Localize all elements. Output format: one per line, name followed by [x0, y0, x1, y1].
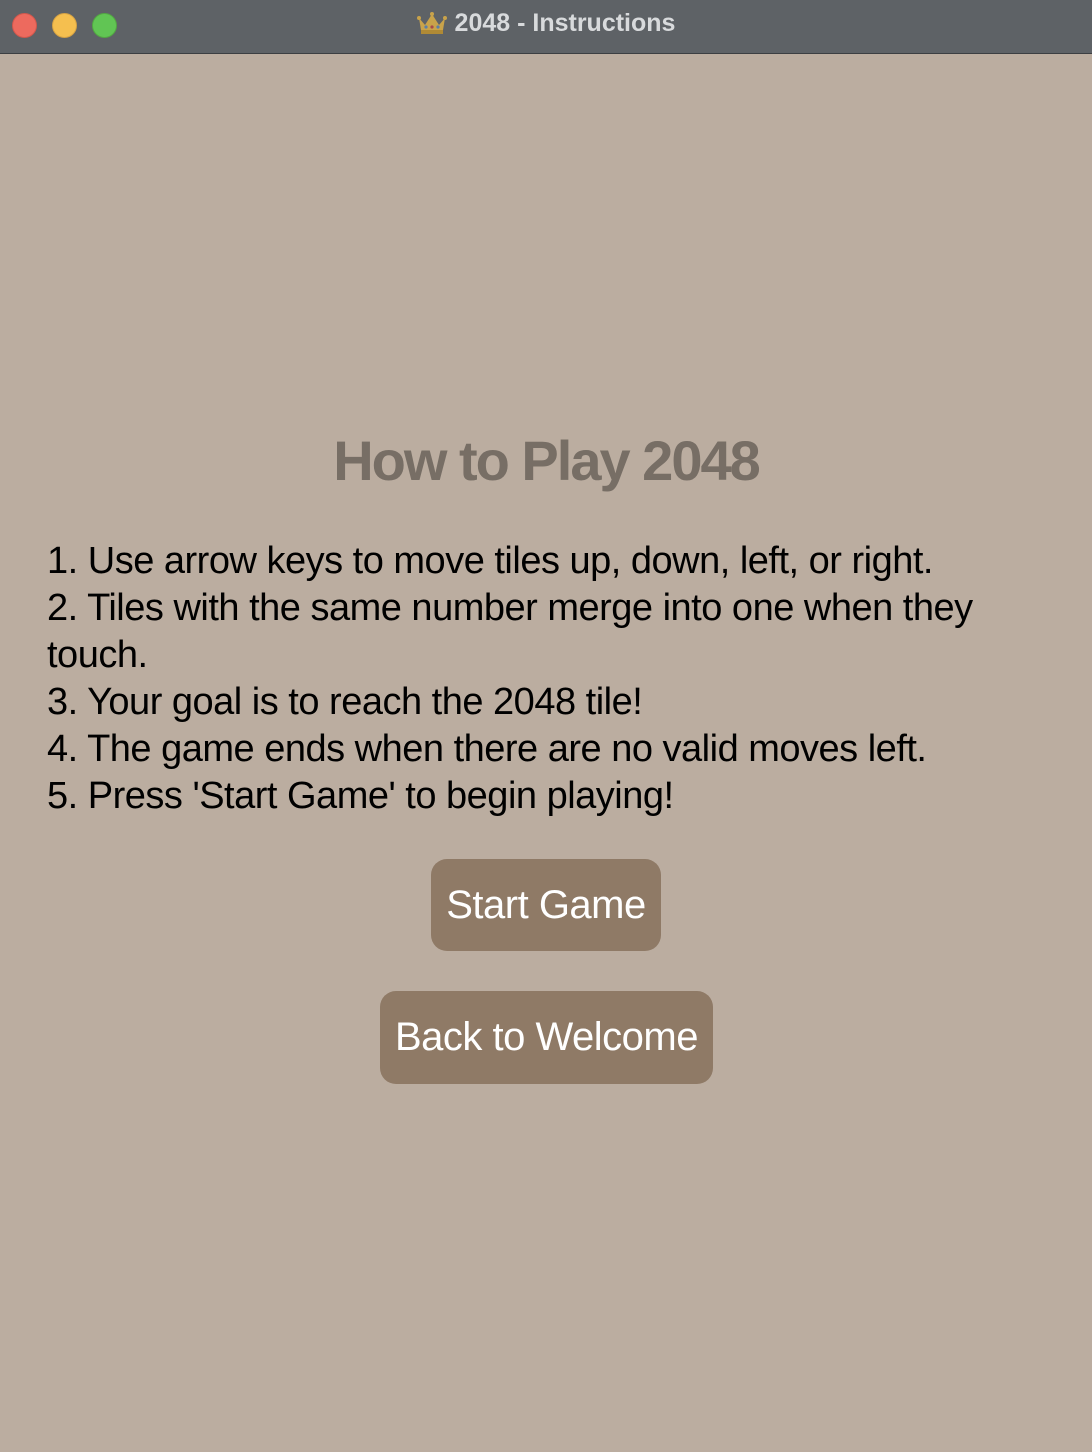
instruction-item: 3. Your goal is to reach the 2048 tile!	[47, 681, 643, 723]
crown-icon	[416, 10, 447, 36]
instruction-item: 1. Use arrow keys to move tiles up, down…	[47, 540, 934, 582]
instruction-item: 4. The game ends when there are no valid…	[47, 728, 927, 770]
app-window: 2048 - Instructions How to Play 2048 1. …	[0, 0, 1092, 1452]
title-bar[interactable]: 2048 - Instructions	[0, 0, 1092, 54]
page-title: How to Play 2048	[333, 429, 761, 492]
instruction-item: 2. Tiles with the same number merge into…	[47, 587, 973, 676]
window-title: 2048 - Instructions	[454, 8, 676, 37]
start-game-button[interactable]: Start Game	[431, 859, 661, 951]
instructions-panel: How to Play 2048 1. Use arrow keys to mo…	[0, 54, 1092, 1452]
back-to-welcome-button[interactable]: Back to Welcome	[380, 991, 713, 1084]
window-title-group: 2048 - Instructions	[0, 0, 1092, 46]
instructions-list: 1. Use arrow keys to move tiles up, down…	[47, 538, 1047, 820]
instruction-item: 5. Press 'Start Game' to begin playing!	[47, 775, 674, 817]
